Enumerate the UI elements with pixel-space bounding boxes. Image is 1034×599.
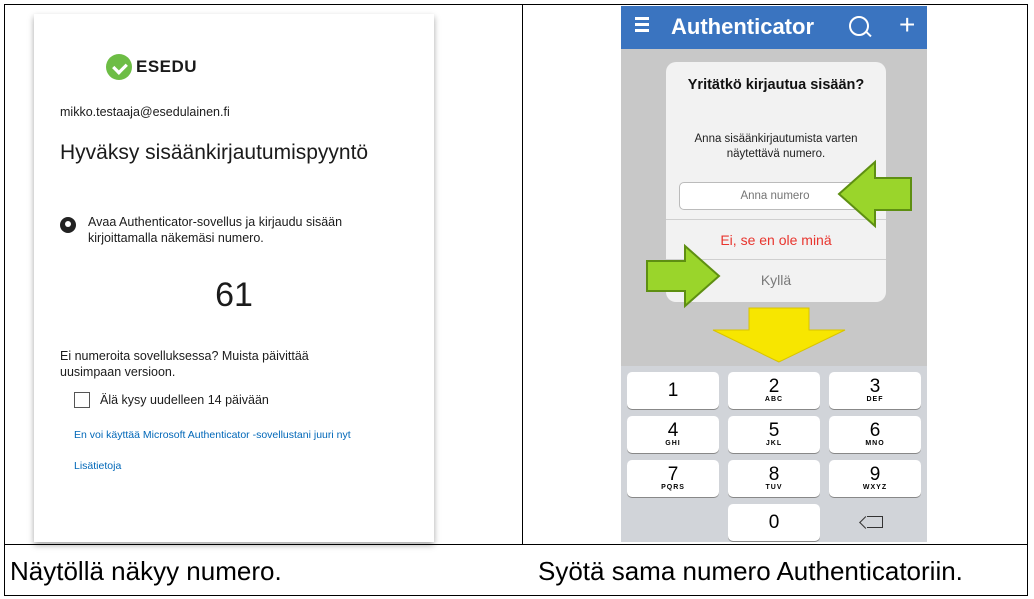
brand-name: ESEDU [136,57,198,76]
numeric-keypad: 1 2 ABC 3 DEF 4 GHI 5 JKL 6 MNO 7 PQRS 8 TUV 9W… [621,366,927,542]
column-divider [522,4,523,544]
green-arrow-left-icon [837,159,912,229]
update-hint: Ei numeroita sovelluksessa? Muista päivi… [60,349,309,379]
backspace-key[interactable] [829,504,921,541]
login-card: ESEDU mikko.testaaja@esedulainen.fi Hyvä… [34,14,434,542]
page-title: Hyväksy sisäänkirjautumispyyntö [60,141,369,164]
key-2[interactable]: 2 ABC [728,372,820,409]
instruction-text: Avaa Authenticator-sovellus ja kirjaudu … [88,215,343,245]
dialog-title: Yritätkö kirjautua sisään? [687,77,865,93]
esedu-logo-icon [106,54,132,80]
cannot-use-authenticator-link[interactable]: En voi käyttää Microsoft Authenticator -… [74,429,351,441]
dont-ask-again-checkbox[interactable] [74,392,90,408]
lock-icon [60,217,76,233]
instruction-row: Avaa Authenticator-sovellus ja kirjaudu … [60,214,388,246]
account-email: mikko.testaaja@esedulainen.fi [60,105,230,119]
app-topbar: Authenticator + [621,6,927,49]
key-9[interactable]: 9 WXYZ [829,460,921,497]
dont-ask-again-row[interactable]: Älä kysy uudelleen 14 päivään [74,392,269,408]
plus-icon[interactable]: + [899,9,915,41]
key-7[interactable]: 7 PQRS [627,460,719,497]
key-5[interactable]: 5 JKL [728,416,820,453]
backspace-icon [867,516,883,528]
key-0[interactable]: 0 [728,504,820,541]
dont-ask-again-label: Älä kysy uudelleen 14 päivään [100,393,269,407]
esedu-logo: ESEDU [106,54,197,80]
key-1[interactable]: 1 [627,372,719,409]
caption-right: Syötä sama numero Authenticatoriin. [538,556,963,586]
caption-divider [4,544,1028,545]
key-4[interactable]: 4 GHI [627,416,719,453]
green-arrow-right-icon [646,243,721,309]
phone-screenshot: Authenticator + Yritätkö kirjautua sisää… [621,6,927,542]
more-info-link[interactable]: Lisätietoja [74,460,121,472]
key-8[interactable]: 8 TUV [728,460,820,497]
app-title: Authenticator [671,14,814,39]
key-3[interactable]: 3 DEF [829,372,921,409]
caption-left: Näytöllä näkyy numero. [10,556,282,586]
search-icon[interactable] [849,16,869,36]
yellow-arrow-down-icon [712,307,846,363]
sign-in-number: 61 [215,276,253,314]
menu-icon[interactable] [635,17,657,33]
key-6[interactable]: 6 MNO [829,416,921,453]
